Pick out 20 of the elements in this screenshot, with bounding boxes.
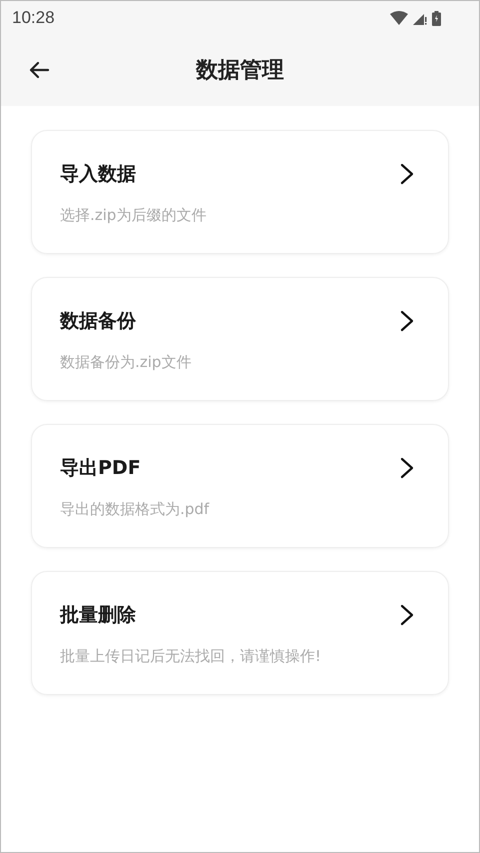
status-time: 10:28	[12, 8, 55, 28]
chevron-right-icon	[400, 310, 414, 332]
menu-card[interactable]: 导出PDF 导出的数据格式为.pdf	[31, 424, 449, 548]
menu-card[interactable]: 导入数据 选择.zip为后缀的文件	[31, 130, 449, 254]
card-title: 数据备份	[60, 309, 136, 334]
card-description: 数据备份为.zip文件	[60, 353, 192, 372]
battery-icon	[432, 10, 441, 26]
page-title: 数据管理	[196, 57, 284, 85]
card-description: 批量上传日记后无法找回，请谨慎操作!	[60, 647, 322, 666]
chevron-right-icon	[400, 604, 414, 626]
menu-card[interactable]: 数据备份 数据备份为.zip文件	[31, 277, 449, 401]
menu-card[interactable]: 批量删除 批量上传日记后无法找回，请谨慎操作!	[31, 571, 449, 695]
wifi-icon	[390, 11, 408, 25]
card-title: 导入数据	[60, 162, 136, 187]
card-description: 选择.zip为后缀的文件	[60, 206, 208, 225]
card-title: 导出PDF	[60, 456, 141, 481]
chevron-right-icon	[400, 457, 414, 479]
card-title: 批量删除	[60, 603, 136, 628]
card-description: 导出的数据格式为.pdf	[60, 500, 210, 519]
chevron-right-icon	[400, 163, 414, 185]
